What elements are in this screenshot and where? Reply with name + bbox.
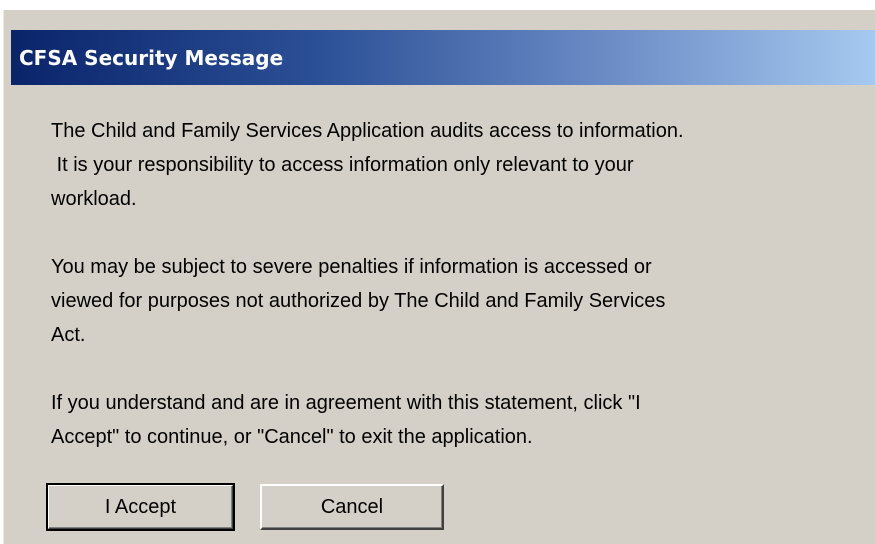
cancel-button[interactable]: Cancel (260, 484, 444, 530)
penalty-warning-text: You may be subject to severe penalties i… (51, 256, 666, 346)
security-dialog: CFSA Security Message The Child and Fami… (0, 0, 875, 544)
accept-button[interactable]: I Accept (46, 483, 235, 531)
dialog-title: CFSA Security Message (19, 45, 284, 70)
message-body: The Child and Family Services Applicatio… (51, 114, 866, 488)
dialog-titlebar[interactable]: CFSA Security Message (11, 30, 875, 85)
audit-notice-text: The Child and Family Services Applicatio… (51, 120, 684, 210)
instructions-text: If you understand and are in agreement w… (51, 392, 641, 448)
